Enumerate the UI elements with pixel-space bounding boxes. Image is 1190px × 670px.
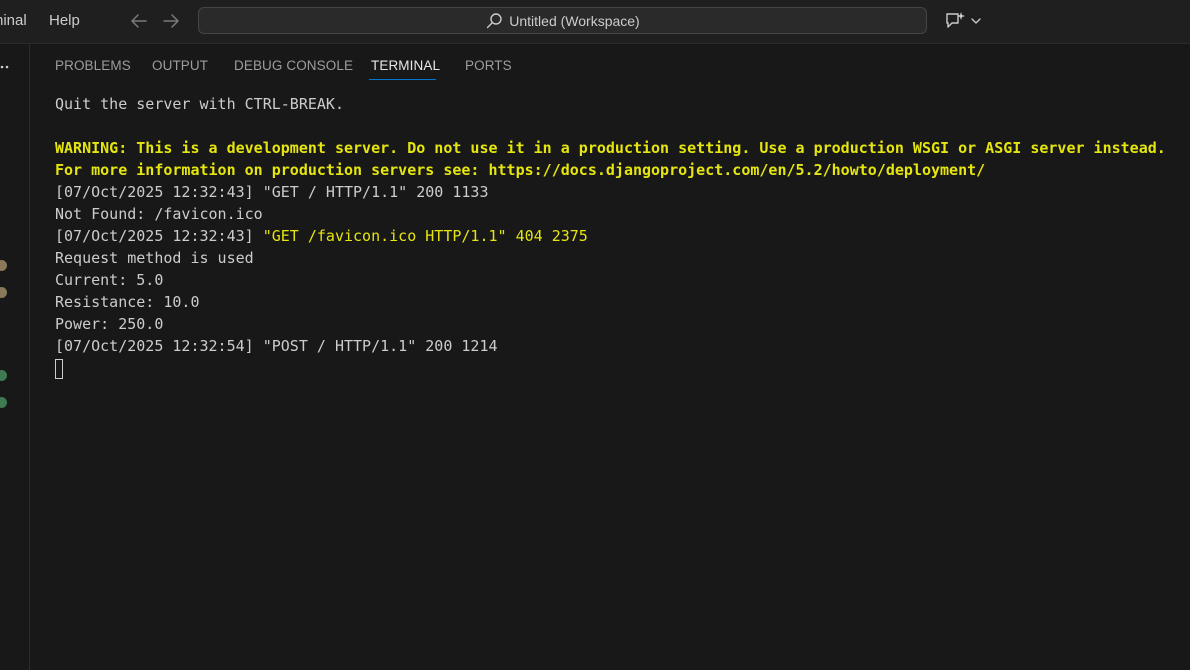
tab-terminal[interactable]: TERMINAL — [371, 58, 440, 73]
title-bar: Terminal Help Untitled (Workspace) — [0, 0, 1190, 44]
terminal-cursor — [55, 358, 63, 379]
copilot-button[interactable] — [944, 10, 984, 32]
terminal-line: [07/Oct/2025 12:32:43] "GET /favicon.ico… — [55, 225, 1166, 247]
terminal-line: Request method is used — [55, 249, 254, 267]
terminal-line: Quit the server with CTRL-BREAK. — [55, 95, 344, 113]
arrow-right-icon — [163, 14, 179, 28]
added-indicator — [0, 397, 7, 408]
tab-problems[interactable]: PROBLEMS — [55, 58, 131, 73]
command-center-search[interactable]: Untitled (Workspace) — [198, 7, 927, 34]
tab-debug-console[interactable]: DEBUG CONSOLE — [234, 58, 353, 73]
terminal-output[interactable]: Quit the server with CTRL-BREAK. WARNING… — [55, 93, 1166, 379]
search-icon — [487, 12, 502, 28]
terminal-line: Power: 250.0 — [55, 315, 164, 333]
copilot-icon — [946, 12, 965, 28]
chevron-down-icon — [971, 18, 981, 24]
tab-output[interactable]: OUTPUT — [152, 58, 208, 73]
log-request-404: "GET /favicon.ico HTTP/1.1" 404 2375 — [262, 227, 588, 245]
tab-ports[interactable]: PORTS — [465, 58, 512, 73]
log-timestamp: [07/Oct/2025 12:32:43] — [55, 227, 263, 245]
bottom-panel: PROBLEMS OUTPUT DEBUG CONSOLE TERMINAL P… — [30, 44, 1190, 670]
terminal-line: [07/Oct/2025 12:32:43] "GET / HTTP/1.1" … — [55, 183, 489, 201]
added-indicator — [0, 370, 7, 381]
menu-help[interactable]: Help — [49, 12, 80, 29]
modified-indicator — [0, 287, 7, 298]
activity-bar — [0, 44, 30, 670]
panel-tabs: PROBLEMS OUTPUT DEBUG CONSOLE TERMINAL P… — [30, 44, 1190, 84]
back-button[interactable] — [128, 10, 150, 32]
warning-line: For more information on production serve… — [55, 161, 986, 179]
terminal-prompt[interactable] — [55, 357, 1166, 379]
terminal-line: Current: 5.0 — [55, 271, 164, 289]
menu-terminal[interactable]: Terminal — [0, 12, 27, 29]
forward-button[interactable] — [160, 10, 182, 32]
more-icon[interactable] — [0, 64, 14, 70]
warning-line: WARNING: This is a development server. D… — [55, 139, 1166, 157]
active-tab-indicator — [369, 79, 436, 80]
terminal-line: Not Found: /favicon.ico — [55, 205, 263, 223]
arrow-left-icon — [131, 14, 147, 28]
terminal-line: Resistance: 10.0 — [55, 293, 200, 311]
workspace-title: Untitled (Workspace) — [509, 12, 640, 29]
modified-indicator — [0, 260, 7, 271]
terminal-line: [07/Oct/2025 12:32:54] "POST / HTTP/1.1"… — [55, 337, 498, 355]
